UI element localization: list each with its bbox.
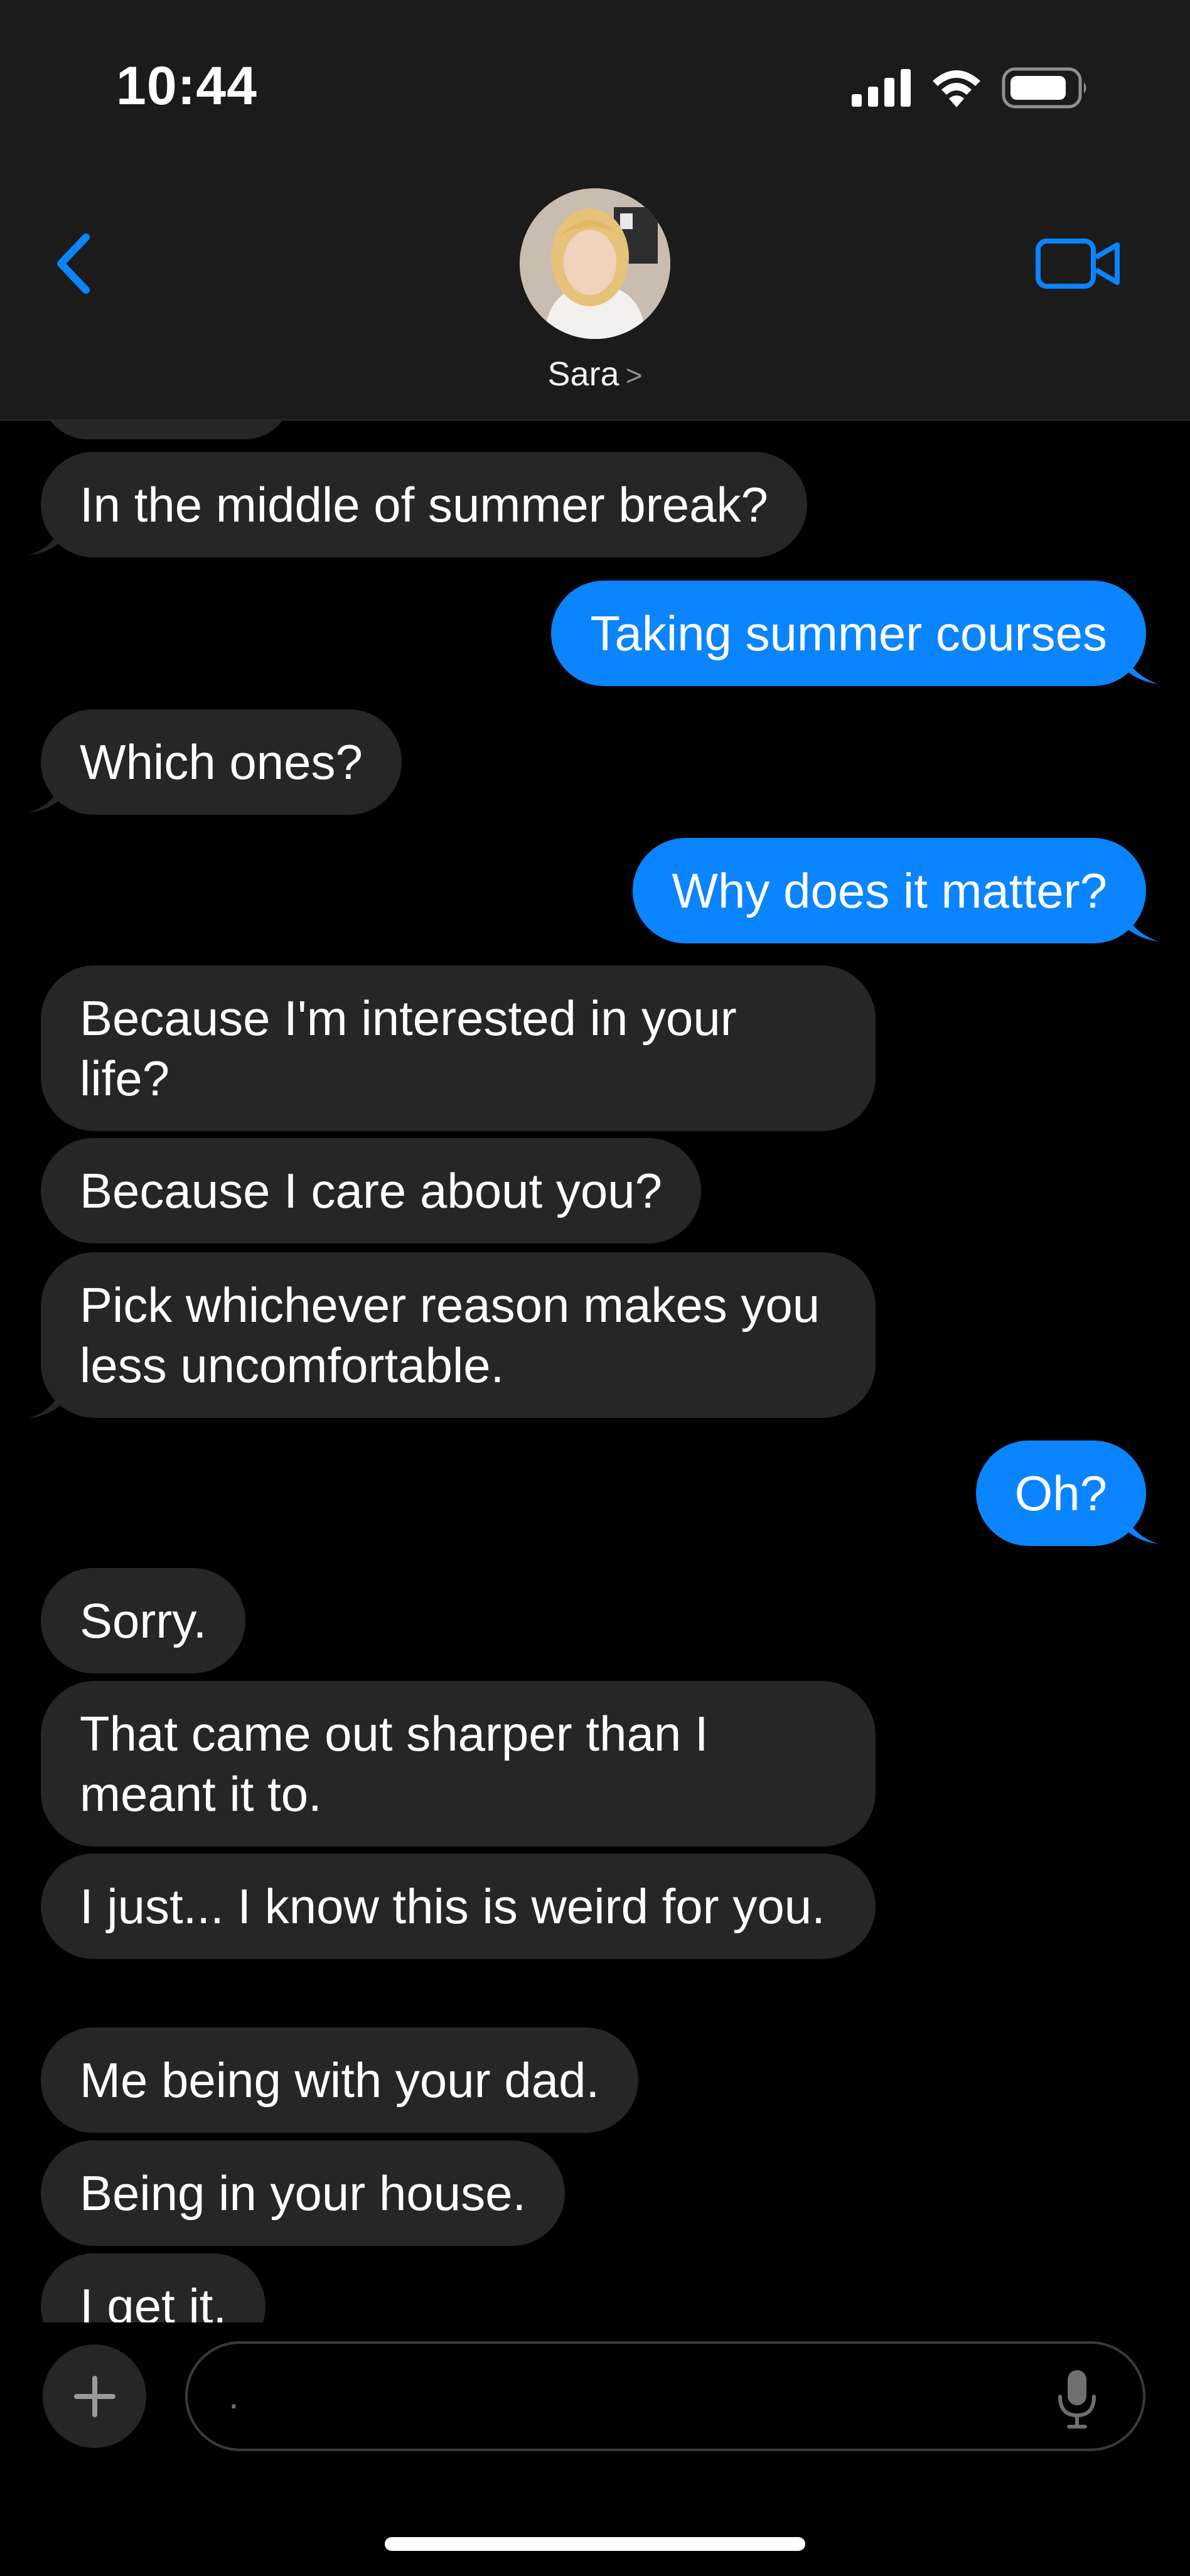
microphone-icon[interactable] bbox=[1055, 2368, 1099, 2430]
chevron-right-icon: > bbox=[625, 359, 643, 392]
bubble-tail bbox=[1124, 1510, 1159, 1544]
avatar-image bbox=[520, 188, 670, 339]
bubble-tail bbox=[1124, 907, 1159, 942]
message-input-text: . bbox=[228, 2375, 239, 2417]
message-bubble[interactable]: Sorry. bbox=[41, 1568, 246, 1673]
status-icons bbox=[852, 63, 1090, 113]
message-bubble[interactable]: Because I'm interested in your life? bbox=[41, 965, 876, 1131]
message-bubble[interactable]: That came out sharper than I meant it to… bbox=[41, 1681, 876, 1847]
battery-icon bbox=[1002, 67, 1086, 109]
message-thread[interactable]: In the middle of summer break? Taking su… bbox=[0, 421, 1190, 2322]
wifi-icon bbox=[933, 70, 980, 107]
plus-icon bbox=[73, 2375, 115, 2417]
add-attachment-button[interactable] bbox=[43, 2344, 146, 2448]
video-call-icon[interactable] bbox=[1034, 232, 1122, 295]
cellular-signal-icon bbox=[852, 69, 911, 107]
bubble-tail bbox=[28, 521, 63, 555]
message-bubble[interactable]: In the middle of summer break? bbox=[41, 452, 807, 557]
message-bubble[interactable]: Being in your house. bbox=[41, 2140, 566, 2246]
message-bubble[interactable]: Pick whichever reason makes you less unc… bbox=[41, 1252, 876, 1418]
back-chevron-icon[interactable] bbox=[47, 226, 104, 301]
message-bubble-partial[interactable] bbox=[41, 421, 292, 439]
message-bubble[interactable]: Which ones? bbox=[41, 709, 402, 815]
message-bubble[interactable]: I get it. bbox=[41, 2253, 266, 2322]
message-bubble[interactable]: Me being with your dad. bbox=[41, 2027, 639, 2133]
message-bubble[interactable]: I just... I know this is weird for you. bbox=[41, 1854, 876, 1959]
contact-name: Sara bbox=[547, 355, 619, 393]
message-input[interactable]: . bbox=[185, 2341, 1145, 2451]
contact-name-button[interactable]: Sara > bbox=[0, 355, 1190, 394]
bubble-tail bbox=[28, 1384, 63, 1419]
messages-screen: In the middle of summer break? Taking su… bbox=[0, 0, 1190, 2576]
conversation-header: 10:44 Sara > bbox=[0, 0, 1190, 421]
message-bubble[interactable]: Because I care about you? bbox=[41, 1138, 701, 1243]
message-bubble[interactable]: Taking summer courses bbox=[551, 581, 1146, 686]
status-time: 10:44 bbox=[116, 56, 257, 116]
home-indicator[interactable] bbox=[385, 2537, 805, 2551]
avatar[interactable] bbox=[520, 188, 670, 339]
message-bubble[interactable]: Why does it matter? bbox=[633, 838, 1146, 943]
message-bubble[interactable]: Oh? bbox=[975, 1441, 1146, 1546]
bubble-tail bbox=[1124, 650, 1159, 684]
bubble-tail bbox=[28, 778, 63, 813]
